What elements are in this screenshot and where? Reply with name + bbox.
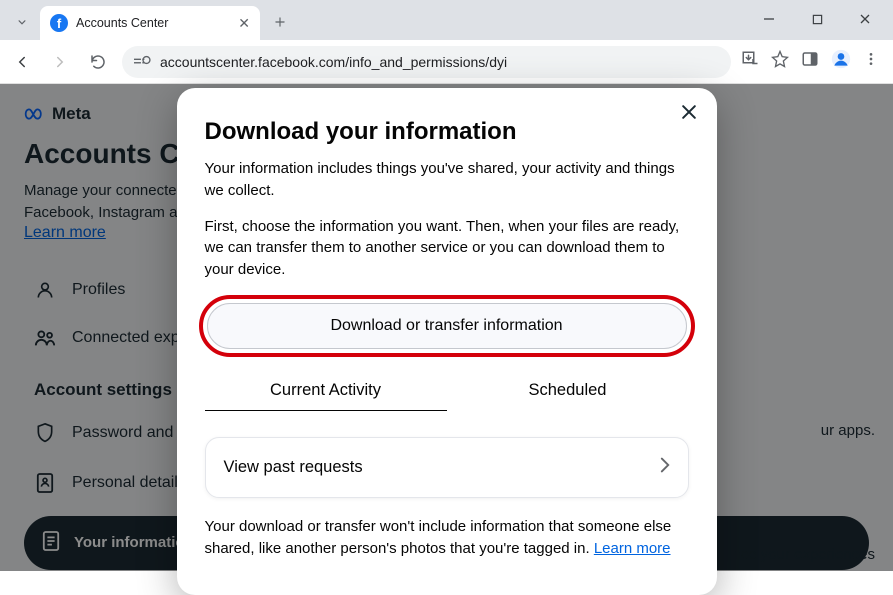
maximize-button[interactable] [795, 4, 839, 34]
url-text: accountscenter.facebook.com/info_and_per… [160, 54, 507, 70]
plus-icon [273, 15, 287, 29]
chevron-down-icon [15, 15, 29, 29]
modal-paragraph: First, choose the information you want. … [205, 216, 689, 281]
close-icon [679, 102, 699, 122]
address-bar[interactable]: accountscenter.facebook.com/info_and_per… [122, 46, 731, 78]
minimize-button[interactable] [747, 4, 791, 34]
toolbar-actions [741, 49, 885, 74]
bookmark-icon[interactable] [771, 50, 789, 73]
modal-title: Download your information [205, 118, 689, 146]
download-info-modal: Download your information Your informati… [177, 88, 717, 595]
card-title: View past requests [224, 458, 363, 477]
new-tab-button[interactable] [266, 8, 294, 36]
tab-title: Accounts Center [76, 16, 230, 30]
modal-paragraph: Your information includes things you've … [205, 158, 689, 202]
download-or-transfer-button[interactable]: Download or transfer information [207, 303, 687, 349]
site-settings-icon[interactable] [134, 53, 152, 70]
browser-titlebar: f Accounts Center ✕ [0, 0, 893, 40]
tab-current-activity[interactable]: Current Activity [205, 371, 447, 411]
footnote-learn-more-link[interactable]: Learn more [594, 540, 671, 557]
close-window-button[interactable] [843, 4, 887, 34]
reload-button[interactable] [84, 48, 112, 76]
side-panel-icon[interactable] [801, 50, 819, 73]
close-modal-button[interactable] [679, 102, 699, 128]
install-app-icon[interactable] [741, 50, 759, 73]
profile-icon[interactable] [831, 49, 851, 74]
highlight-annotation: Download or transfer information [199, 295, 695, 357]
browser-tab[interactable]: f Accounts Center ✕ [40, 6, 260, 40]
close-icon[interactable]: ✕ [238, 15, 250, 32]
forward-button[interactable] [46, 48, 74, 76]
back-button[interactable] [8, 48, 36, 76]
modal-footnote: Your download or transfer won't include … [205, 516, 689, 560]
tab-search-dropdown[interactable] [8, 8, 36, 36]
browser-toolbar: accountscenter.facebook.com/info_and_per… [0, 40, 893, 84]
menu-icon[interactable] [863, 51, 879, 72]
page-viewport: Meta Accounts Center Manage your connect… [0, 84, 893, 571]
facebook-favicon: f [50, 14, 68, 32]
modal-tabs: Current Activity Scheduled [205, 371, 689, 411]
window-controls [747, 4, 893, 40]
chevron-right-icon [660, 456, 670, 479]
view-past-requests-card[interactable]: View past requests [205, 437, 689, 498]
tab-scheduled[interactable]: Scheduled [447, 371, 689, 411]
